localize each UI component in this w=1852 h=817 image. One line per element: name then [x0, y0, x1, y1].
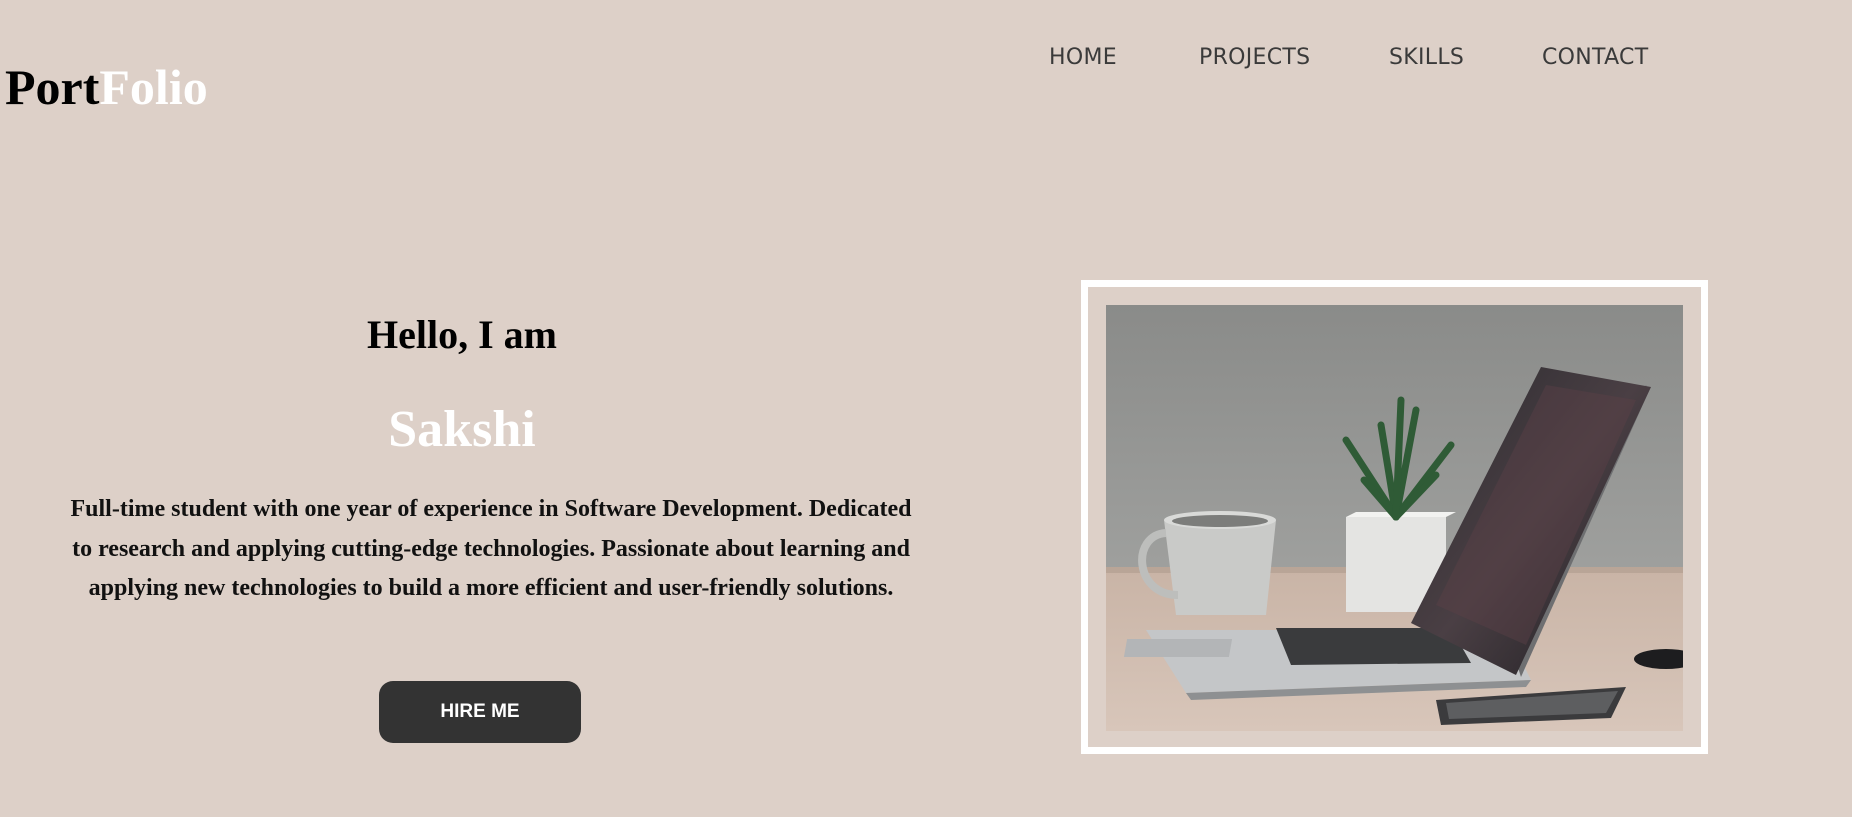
nav-item-contact[interactable]: CONTACT	[1542, 44, 1648, 72]
nav-item-projects[interactable]: PROJECTS	[1199, 44, 1389, 72]
main-nav: HOME PROJECTS SKILLS CONTACT	[1049, 44, 1648, 72]
brand-logo-part1: Port	[5, 59, 100, 115]
nav-item-home[interactable]: HOME	[1049, 44, 1199, 72]
hero-name: Sakshi	[388, 401, 536, 458]
hero-bio: Full-time student with one year of exper…	[70, 496, 912, 601]
brand-logo[interactable]: PortFolio	[5, 57, 208, 117]
hire-me-button[interactable]: HIRE ME	[379, 681, 581, 743]
laptop-desk-photo	[1106, 305, 1683, 731]
nav-item-skills[interactable]: SKILLS	[1389, 44, 1542, 72]
hero-greeting: Hello, I am	[367, 312, 557, 357]
brand-logo-part2: Folio	[99, 59, 208, 115]
